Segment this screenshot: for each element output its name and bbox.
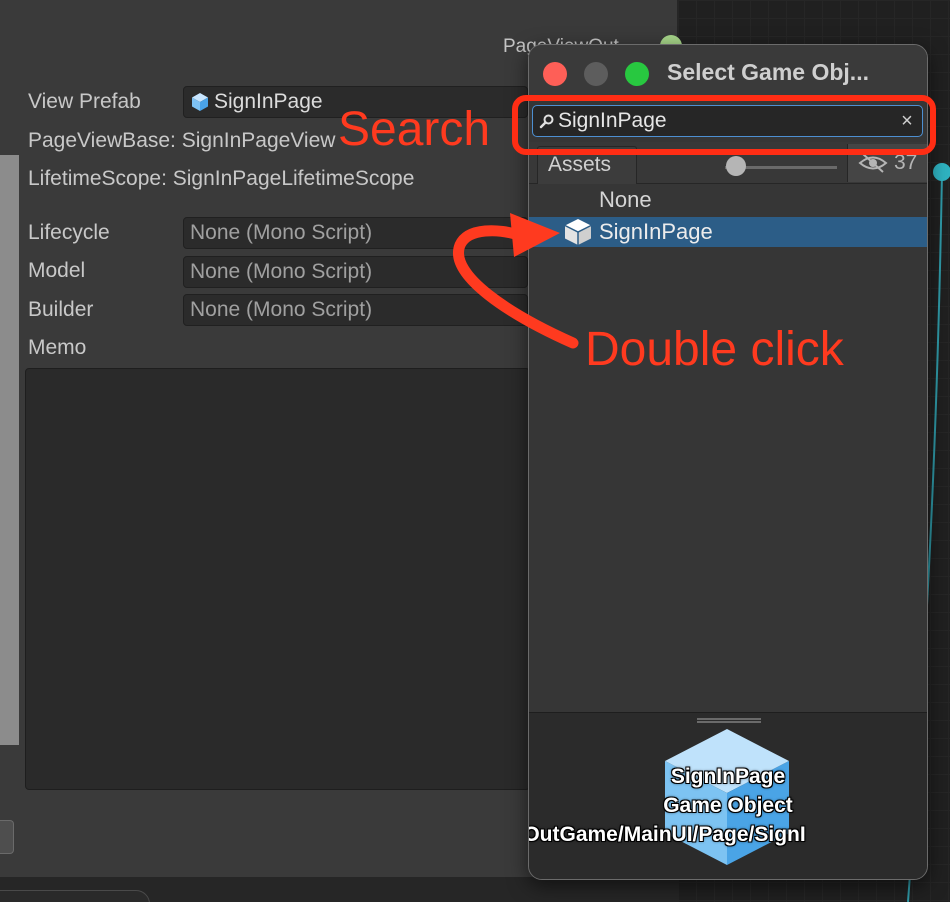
- preview-object-path: os/OutGame/MainUI/Page/SignI: [528, 823, 806, 846]
- memo-label: Memo: [28, 336, 87, 359]
- bottom-tab[interactable]: [0, 890, 150, 902]
- list-item-label: SignInPage: [599, 219, 713, 244]
- prefab-cube-icon: [192, 93, 208, 111]
- view-prefab-label: View Prefab: [28, 90, 141, 113]
- preview-pane: SignInPage Game Object os/OutGame/MainUI…: [528, 712, 927, 879]
- window-titlebar[interactable]: Select Game Obj...: [529, 45, 927, 101]
- eye-slash-icon: [858, 153, 888, 173]
- memo-textarea[interactable]: [25, 368, 530, 790]
- preview-object-type: Game Object: [663, 794, 793, 817]
- window-maximize-button[interactable]: [625, 62, 649, 86]
- page-view-base-text: PageViewBase: SignInPageView: [28, 129, 336, 152]
- builder-label: Builder: [28, 298, 94, 321]
- preview-object-name: SignInPage: [670, 765, 786, 788]
- window-title: Select Game Obj...: [667, 59, 869, 85]
- annotation-arrow: [453, 213, 579, 349]
- lifetime-scope-text: LifetimeScope: SignInPageLifetimeScope: [28, 167, 415, 190]
- view-prefab-value: SignInPage: [214, 90, 323, 113]
- double-click-annotation: Double click: [585, 323, 844, 376]
- side-button[interactable]: [0, 820, 14, 854]
- window-close-button[interactable]: [543, 62, 567, 86]
- model-label: Model: [28, 259, 86, 282]
- lifecycle-label: Lifecycle: [28, 221, 110, 244]
- resize-handle[interactable]: [697, 718, 761, 723]
- scroll-strip: [0, 155, 19, 745]
- search-annotation: Search: [338, 103, 491, 156]
- select-game-object-window: Select Game Obj... × Assets 37 None: [528, 44, 928, 880]
- window-minimize-button[interactable]: [584, 62, 608, 86]
- zoom-slider-handle[interactable]: [726, 156, 746, 176]
- search-highlight-box: [512, 95, 936, 155]
